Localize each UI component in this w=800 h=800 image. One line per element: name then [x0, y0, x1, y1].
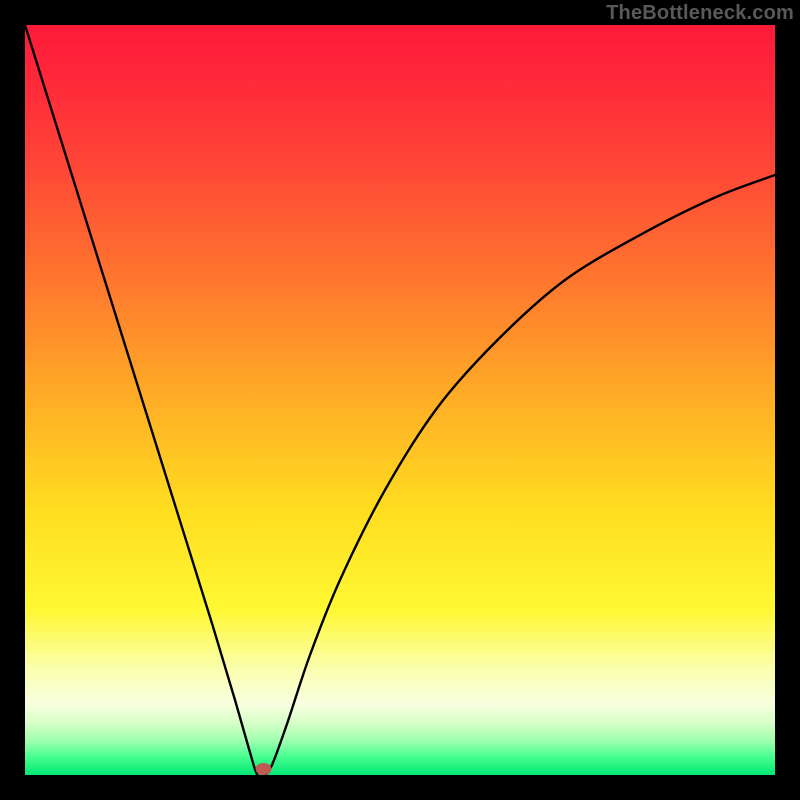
watermark-label: TheBottleneck.com	[606, 2, 794, 25]
bottleneck-chart	[25, 25, 775, 775]
gradient-background	[25, 25, 775, 775]
plot-area	[25, 25, 775, 775]
chart-frame: TheBottleneck.com	[0, 0, 800, 800]
optimal-point-marker	[256, 763, 272, 775]
